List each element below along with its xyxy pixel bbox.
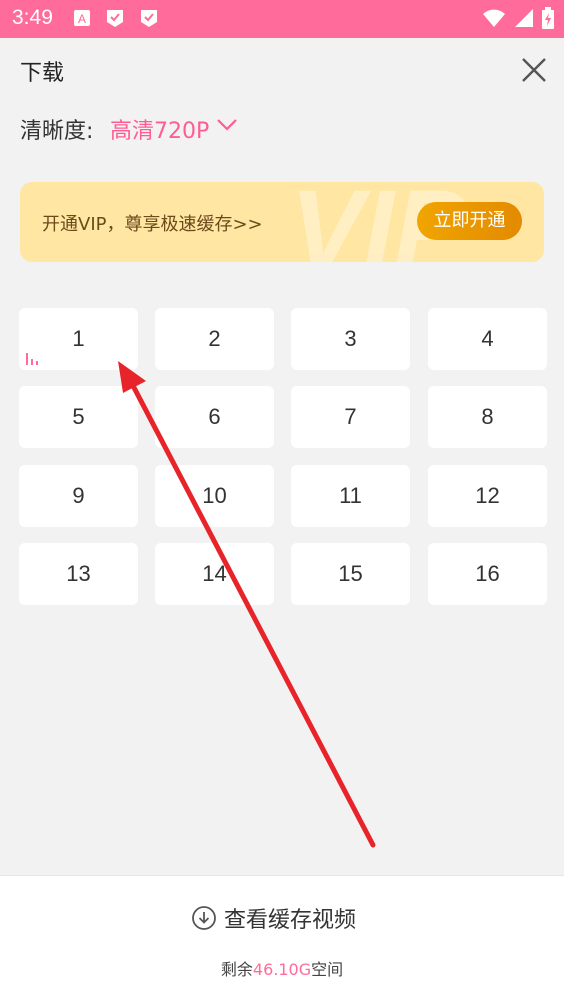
episode-10[interactable]: 10 — [155, 465, 274, 527]
status-bar: 3:49 A — [0, 0, 564, 38]
svg-text:A: A — [78, 12, 86, 26]
episode-2[interactable]: 2 — [155, 308, 274, 370]
episode-4[interactable]: 4 — [428, 308, 547, 370]
activate-vip-button[interactable]: 立即开通 — [417, 202, 522, 240]
storage-suffix: 空间 — [311, 960, 344, 979]
wifi-icon — [483, 9, 505, 27]
status-time: 3:49 — [12, 6, 53, 29]
footer: 查看缓存视频 剩余46.10G空间 — [0, 875, 564, 1003]
app-a-icon: A — [74, 10, 90, 26]
episode-13[interactable]: 13 — [19, 543, 138, 605]
vip-banner[interactable]: VIP 开通VIP，尊享极速缓存>> 立即开通 — [20, 182, 544, 262]
download-circle-icon — [192, 906, 216, 930]
quality-select[interactable]: 高清720P — [110, 113, 209, 145]
episode-5[interactable]: 5 — [19, 386, 138, 448]
episode-15[interactable]: 15 — [291, 543, 410, 605]
downloading-bars-icon — [26, 353, 38, 365]
vip-promo-text: 开通VIP，尊享极速缓存>> — [42, 214, 263, 235]
battery-icon — [542, 7, 554, 29]
episode-6[interactable]: 6 — [155, 386, 274, 448]
chevron-down-icon[interactable] — [216, 118, 238, 132]
quality-label: 清晰度: — [20, 119, 94, 144]
page-title: 下载 — [20, 61, 65, 86]
episode-11[interactable]: 11 — [291, 465, 410, 527]
episode-7[interactable]: 7 — [291, 386, 410, 448]
episode-16[interactable]: 16 — [428, 543, 547, 605]
episode-12[interactable]: 12 — [428, 465, 547, 527]
storage-info: 剩余46.10G空间 — [0, 956, 564, 980]
view-cache-button[interactable]: 查看缓存视频 — [0, 900, 564, 940]
view-cache-label: 查看缓存视频 — [224, 908, 357, 933]
storage-prefix: 剩余 — [220, 960, 253, 979]
shield-check-icon — [107, 10, 123, 27]
signal-icon — [515, 9, 533, 27]
storage-amount: 46.10G — [252, 960, 312, 979]
close-icon[interactable] — [518, 54, 550, 86]
episode-14[interactable]: 14 — [155, 543, 274, 605]
episode-3[interactable]: 3 — [291, 308, 410, 370]
shield-check-icon — [141, 10, 157, 27]
episode-8[interactable]: 8 — [428, 386, 547, 448]
episode-9[interactable]: 9 — [19, 465, 138, 527]
